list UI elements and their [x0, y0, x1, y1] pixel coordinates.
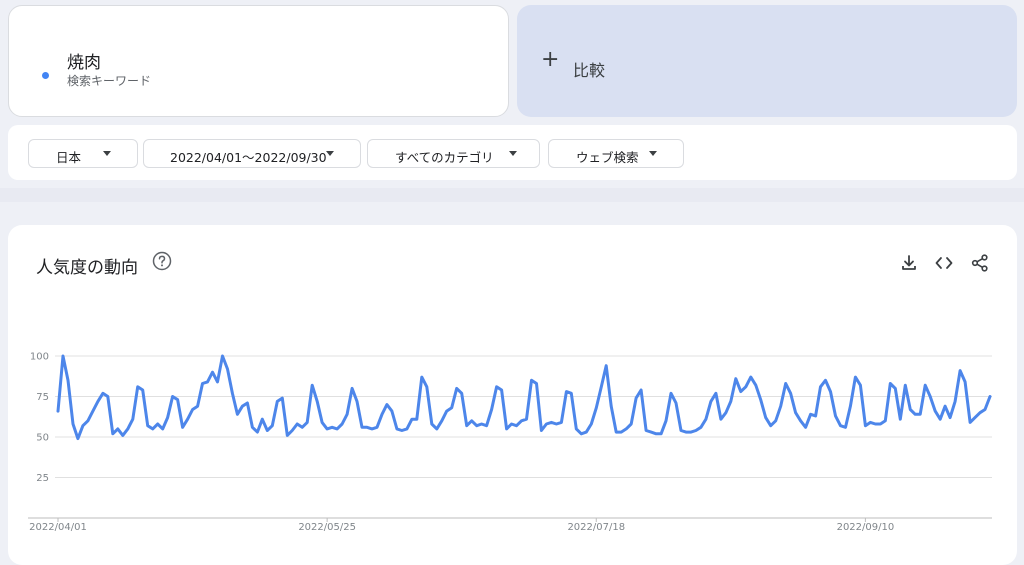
line-chart: 25 50 75 100 2022/04/01 2022/05/25 2022/07/18…	[28, 352, 992, 533]
x-tick-label: 2022/05/25	[298, 522, 356, 533]
x-tick-label: 2022/04/01	[29, 522, 87, 533]
y-tick-label: 75	[36, 392, 49, 403]
series-line[interactable]	[56, 354, 992, 441]
x-tick-label: 2022/07/18	[567, 522, 625, 533]
x-tick-label: 2022/09/10	[837, 522, 895, 533]
y-tick-label: 25	[36, 473, 49, 484]
y-tick-label: 100	[30, 352, 49, 363]
y-tick-label: 50	[36, 433, 49, 444]
